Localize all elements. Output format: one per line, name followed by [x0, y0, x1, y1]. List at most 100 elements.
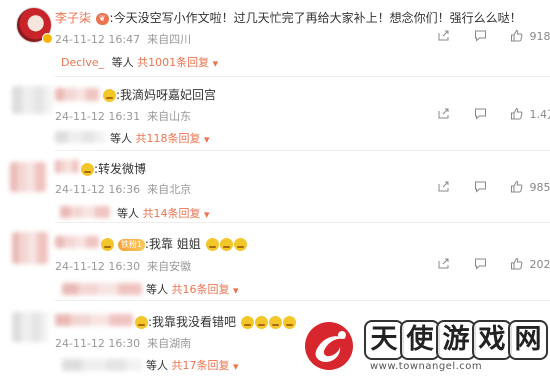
author-name[interactable] [55, 314, 133, 326]
replies-middle: 等人 [111, 56, 134, 69]
emoji-icon [135, 316, 148, 329]
comment-date: 24-11-12 16:47 [55, 33, 141, 46]
replies-summary[interactable]: 等人 共118条回复 ▾ [110, 130, 210, 146]
replies-link[interactable]: 共14条回复 [143, 207, 201, 220]
action-bar: 985 [437, 180, 550, 196]
like-count: 1.4万 [529, 108, 550, 121]
emoji-icon [81, 163, 94, 176]
replies-summary[interactable]: 等人 共16条回复 ▾ [146, 281, 239, 297]
reply-user[interactable] [62, 283, 142, 295]
replies-middle: 等人 [110, 132, 132, 145]
replies-link[interactable]: 共16条回复 [172, 283, 230, 296]
like-icon[interactable] [510, 257, 523, 273]
share-icon[interactable] [437, 257, 450, 273]
author-name[interactable]: 李子柒 [55, 11, 91, 25]
comment-body: 李子柒 ❦:今天没空写小作文啦！过几天忙完了再给大家补上！想念你们！强行么么哒！ [55, 9, 522, 26]
comment-location: 来自湖南 [147, 337, 192, 350]
comment-icon[interactable] [474, 107, 487, 123]
divider [55, 150, 550, 151]
share-icon[interactable] [437, 107, 450, 123]
emoji-icon [219, 238, 233, 251]
watermark-char: 天 [364, 320, 404, 360]
replies-middle: 等人 [117, 207, 139, 220]
share-icon[interactable] [437, 180, 450, 196]
comment-icon[interactable] [474, 29, 487, 45]
emoji-icon [233, 238, 247, 251]
replies-summary[interactable]: 等人 共14条回复 ▾ [117, 205, 210, 221]
vip-badge-icon [42, 33, 53, 44]
comment-text: :我滴妈呀嘉妃回宫 [116, 88, 217, 102]
emoji-icon [240, 316, 254, 329]
chevron-down-icon: ▾ [204, 207, 210, 221]
comment-item: 铁粉1:我靠 姐姐 24-11-12 16:30 来自安徽 2022 等人 共1… [0, 224, 550, 300]
emoji-icon [254, 316, 268, 329]
emoji-icon [205, 238, 219, 251]
share-icon[interactable] [437, 29, 450, 45]
chevron-down-icon: ▾ [212, 56, 219, 70]
watermark-url: www.townangel.com [370, 361, 483, 372]
comment-text: :我靠我没看错吧 [148, 315, 237, 329]
emoji-icon [282, 316, 296, 329]
like-count: 9184 [529, 30, 550, 43]
replies-middle: 等人 [146, 283, 168, 296]
replies-middle: 等人 [146, 359, 168, 372]
emoji-icon [101, 238, 114, 251]
reply-user[interactable] [60, 206, 110, 218]
action-bar: 1.4万 [437, 106, 550, 123]
comment-body: :我靠我没看错吧 [134, 313, 296, 330]
avatar[interactable] [10, 162, 46, 192]
comment-text: :我靠 姐姐 [144, 237, 201, 251]
emoji-icon [268, 316, 282, 329]
comment-meta: 24-11-12 16:36 来自北京 [55, 181, 191, 197]
comment-meta: 24-11-12 16:30 来自安徽 [55, 258, 191, 274]
reply-user[interactable]: Declve_ [61, 56, 104, 69]
comment-location: 来自安徽 [147, 260, 192, 273]
comment-location: 来自四川 [147, 33, 192, 46]
chevron-down-icon: ▾ [233, 283, 239, 297]
like-count: 985 [529, 181, 550, 194]
divider [55, 76, 550, 77]
watermark-char: 使 [400, 320, 440, 360]
comment-meta: 24-11-12 16:31 来自山东 [55, 108, 191, 124]
comment-item: :转发微博 24-11-12 16:36 来自北京 985 等人 共14条回复 … [0, 152, 550, 222]
replies-link[interactable]: 共1001条回复 [137, 56, 209, 69]
fan-badge: 铁粉1 [117, 238, 145, 251]
comment-location: 来自山东 [147, 110, 192, 123]
comment-icon[interactable] [474, 257, 487, 273]
avatar[interactable] [12, 86, 52, 114]
comment-icon[interactable] [474, 180, 487, 196]
like-icon[interactable] [510, 29, 523, 45]
replies-link[interactable]: 共118条回复 [136, 132, 201, 145]
comment-text: :转发微博 [94, 162, 147, 176]
watermark-char: 网 [508, 320, 548, 360]
like-icon[interactable] [510, 180, 523, 196]
replies-summary[interactable]: 等人 共17条回复 ▾ [146, 357, 239, 373]
comment-location: 来自北京 [147, 183, 192, 196]
avatar[interactable] [12, 232, 48, 264]
chevron-down-icon: ▾ [204, 132, 210, 146]
watermark-char: 游 [436, 320, 476, 360]
reply-user[interactable] [62, 359, 142, 371]
comment-date: 24-11-12 16:30 [55, 260, 141, 273]
replies-link[interactable]: 共17条回复 [172, 359, 230, 372]
main-comment: 李子柒 ❦:今天没空写小作文啦！过几天忙完了再给大家补上！想念你们！强行么么哒！… [0, 0, 550, 78]
reply-user[interactable] [55, 131, 105, 143]
comment-date: 24-11-12 16:30 [55, 337, 141, 350]
comment-body: :转发微博 [80, 160, 146, 177]
avatar[interactable] [12, 312, 48, 342]
divider [55, 222, 550, 223]
comment-date: 24-11-12 16:31 [55, 110, 141, 123]
comment-body: 铁粉1:我靠 姐姐 [100, 235, 247, 252]
comment-item: :我滴妈呀嘉妃回宫 24-11-12 16:31 来自山东 1.4万 等人 共1… [0, 78, 550, 150]
author-name[interactable] [55, 88, 99, 101]
comment-meta: 24-11-12 16:30 来自湖南 [55, 335, 191, 351]
vip-badge-icon: ❦ [95, 12, 109, 25]
like-icon[interactable] [510, 107, 523, 123]
author-name[interactable] [55, 236, 99, 248]
author-name[interactable] [55, 160, 79, 173]
comment-text: :今天没空写小作文啦！过几天忙完了再给大家补上！想念你们！强行么么哒！ [109, 11, 522, 25]
replies-summary[interactable]: Declve_ 等人 共1001条回复 ▾ [61, 54, 218, 70]
emoji-icon [103, 89, 116, 102]
like-count: 2022 [529, 258, 550, 271]
divider [55, 300, 550, 301]
